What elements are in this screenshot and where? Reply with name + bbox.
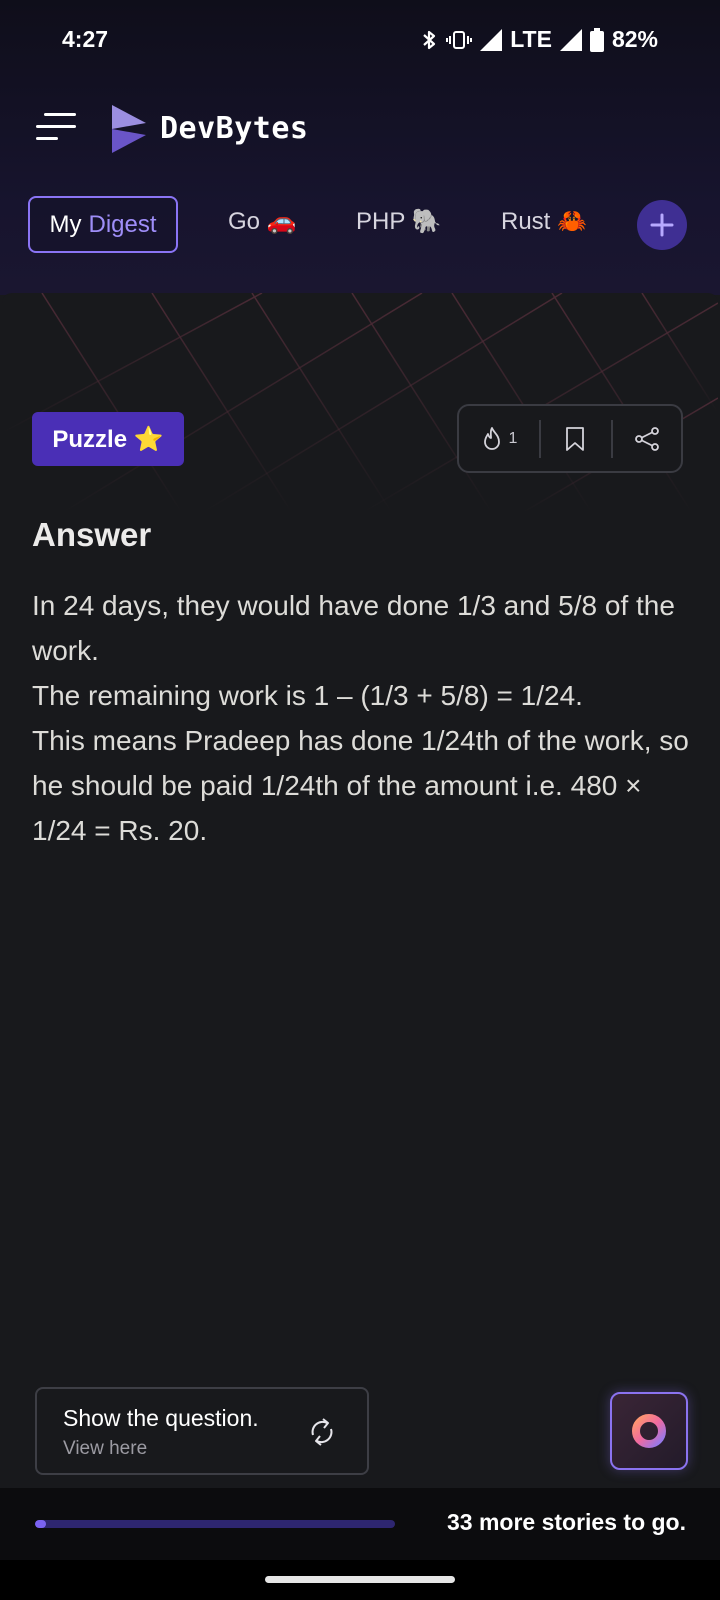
stories-progress-track xyxy=(35,1520,395,1528)
app-header: DevBytes xyxy=(0,95,720,165)
action-divider xyxy=(539,420,541,458)
tab-rust[interactable]: Rust 🦀 xyxy=(501,207,587,236)
stories-progress-fill xyxy=(35,1520,46,1528)
assistant-button[interactable] xyxy=(610,1392,688,1470)
answer-title: Answer xyxy=(32,516,152,553)
menu-icon-line xyxy=(44,113,76,116)
bookmark-icon xyxy=(566,426,584,451)
battery-icon xyxy=(589,27,604,52)
status-icons: LTE 82% xyxy=(420,26,658,53)
network-type: LTE xyxy=(510,26,552,52)
plus-icon xyxy=(650,213,674,237)
action-divider xyxy=(611,420,613,458)
fire-icon xyxy=(483,426,500,450)
story-card: Puzzle ⭐ 1 Answer In 24 days, they would… xyxy=(2,293,718,1488)
answer-line: In 24 days, they would have done 1/3 and… xyxy=(32,590,675,666)
menu-button[interactable] xyxy=(36,113,76,143)
stories-remaining-label: 33 more stories to go. xyxy=(446,1509,686,1535)
devbytes-logo-icon xyxy=(112,105,146,153)
share-button[interactable] xyxy=(617,406,677,471)
tab-my-digest[interactable]: My Digest xyxy=(28,196,178,253)
tab-my-digest-label-2: Digest xyxy=(88,210,157,238)
upvote-button[interactable]: 1 xyxy=(469,406,529,471)
show-question-subtitle: View here xyxy=(63,1438,148,1459)
upvote-count: 1 xyxy=(508,429,518,447)
add-tab-button[interactable] xyxy=(637,200,687,250)
signal-icon xyxy=(480,28,503,51)
status-bar: 4:27 LTE 82% xyxy=(0,0,720,80)
bluetooth-icon xyxy=(423,30,436,49)
answer-line: The remaining work is 1 – (1/3 + 5/8) = … xyxy=(32,680,583,711)
grid-pattern-decoration xyxy=(2,293,718,513)
assistant-ring-icon xyxy=(632,1414,666,1448)
tab-go[interactable]: Go 🚗 xyxy=(228,207,297,236)
category-badge: Puzzle ⭐ xyxy=(32,412,184,466)
vibrate-icon xyxy=(446,30,473,49)
app-title: DevBytes xyxy=(160,111,309,146)
show-question-button[interactable]: Show the question. View here xyxy=(35,1387,369,1475)
signal-icon-2 xyxy=(559,28,582,51)
answer-body: In 24 days, they would have done 1/3 and… xyxy=(32,583,692,853)
bookmark-button[interactable] xyxy=(545,406,605,471)
menu-icon-line xyxy=(36,125,76,128)
show-question-title: Show the question. xyxy=(63,1405,259,1431)
status-time: 4:27 xyxy=(62,26,109,52)
bottom-progress-bar: 33 more stories to go. xyxy=(0,1488,720,1560)
feed-tabs: My Digest Go 🚗 PHP 🐘 Rust 🦀 xyxy=(0,195,720,255)
tab-php[interactable]: PHP 🐘 xyxy=(356,207,441,236)
answer-line: This means Pradeep has done 1/24th of th… xyxy=(32,725,689,846)
home-gesture-handle[interactable] xyxy=(265,1576,455,1583)
share-icon xyxy=(635,426,659,451)
battery-level: 82% xyxy=(611,26,658,52)
menu-icon-line xyxy=(36,137,58,140)
story-actions: 1 xyxy=(457,404,683,473)
system-navigation-bar xyxy=(0,1560,720,1600)
tab-my-digest-label-1: My xyxy=(49,210,82,238)
flip-icon xyxy=(311,1418,333,1446)
